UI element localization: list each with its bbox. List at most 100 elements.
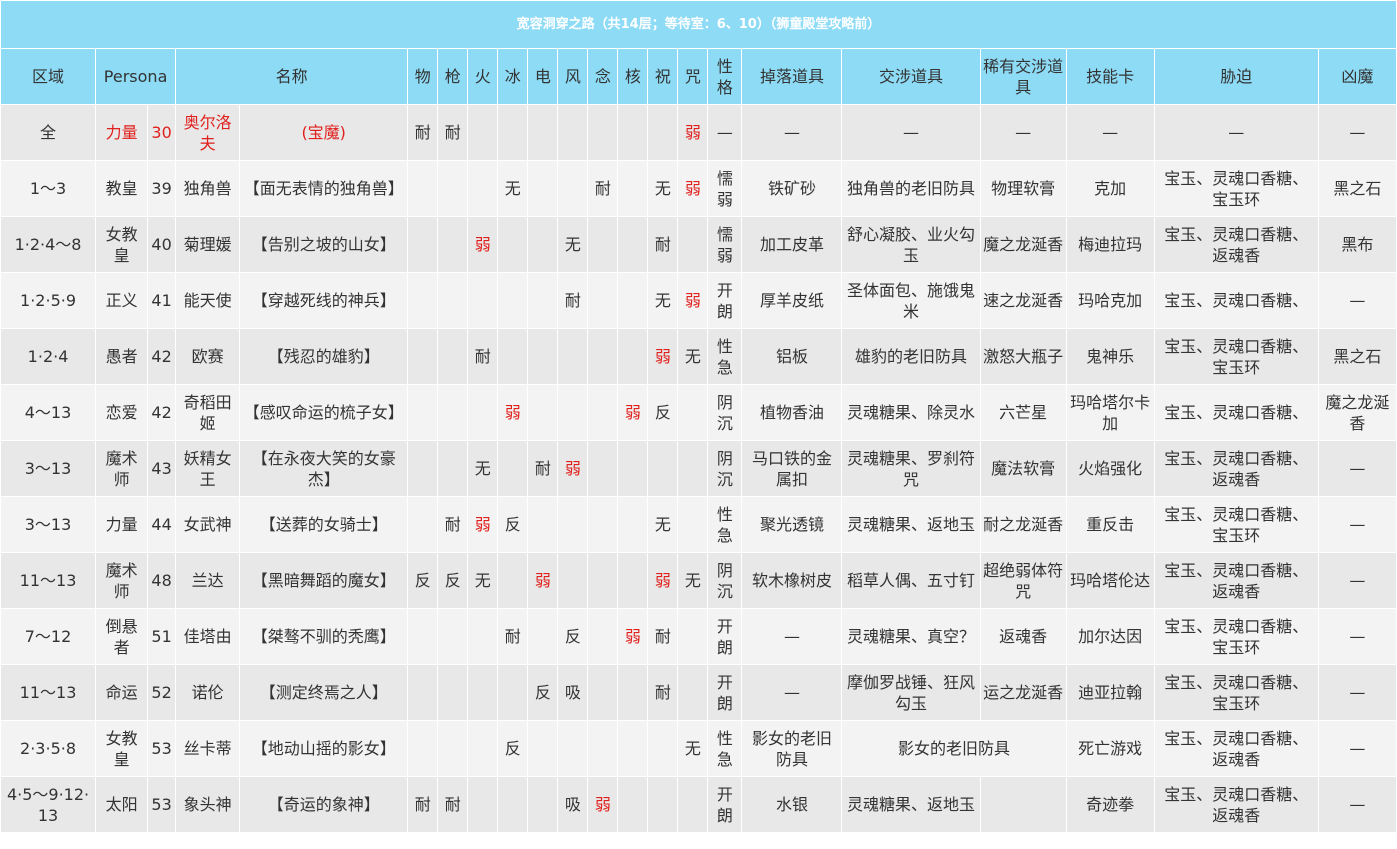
cell-level: 42: [147, 384, 177, 441]
col-header-persona: Persona: [95, 48, 177, 105]
cell-ice: 反: [497, 496, 529, 553]
col-header-bless: 祝: [647, 48, 679, 105]
cell-level: 44: [147, 496, 177, 553]
cell-ice: [497, 328, 529, 385]
cell-personality: 阴沉: [707, 552, 743, 609]
cell-rare: 运之龙涎香: [979, 664, 1067, 721]
cell-elec: [527, 384, 559, 441]
cell-bless: 耐: [647, 664, 679, 721]
cell-drop: 水银: [741, 776, 843, 833]
cell-curse: 无: [677, 552, 709, 609]
col-header-drop: 掉落道具: [741, 48, 843, 105]
cell-title: 【奇运的象神】: [239, 776, 409, 833]
cell-wind: [557, 160, 589, 217]
cell-ice: [497, 552, 529, 609]
cell-curse: 弱: [677, 160, 709, 217]
cell-negotiate: 舒心凝胶、业火勾玉: [841, 216, 981, 273]
col-header-curse: 咒: [677, 48, 709, 105]
cell-level: 52: [147, 664, 177, 721]
cell-wind: 弱: [557, 440, 589, 497]
cell-area: 3～13: [0, 440, 97, 497]
cell-ice: 反: [497, 720, 529, 777]
cell-bless: 无: [647, 272, 679, 329]
cell-nuke: [617, 160, 649, 217]
table-row: 11～13 命运 52 诺伦 【测定终焉之人】反吸耐开朗 — 摩伽罗战锤、狂风勾玉 运之龙涎香…: [0, 664, 1397, 721]
cell-negotiate: 圣体面包、施饿鬼米: [841, 272, 981, 329]
cell-skill: 迪亚拉翰: [1065, 664, 1155, 721]
cell-rare: 魔之龙涎香: [979, 216, 1067, 273]
cell-negotiate: 稻草人偶、五寸钉: [841, 552, 981, 609]
cell-level: 43: [147, 440, 177, 497]
cell-negotiate: —: [841, 104, 981, 161]
cell-personality: 开朗: [707, 664, 743, 721]
table-row: 3～13 力量 44 女武神 【送葬的女骑士】耐弱反 无性急 聚光透镜 灵魂糖果、返地玉 耐之龙…: [0, 496, 1397, 553]
cell-fire: [467, 160, 499, 217]
persona-table: 宽容洞穿之路（共14层；等待室：6、10）（狮童殿堂攻略前） 区域 Person…: [0, 0, 1397, 833]
cell-name: 奥尔洛夫: [175, 104, 241, 161]
table-row: 4～13 恋爱 42 奇稻田姬 【感叹命运的梳子女】弱弱反阴沉 植物香油 灵魂糖果、除灵水六…: [0, 384, 1397, 441]
cell-ice: [497, 776, 529, 833]
cell-threaten: 宝玉、灵魂口香糖、返魂香: [1153, 216, 1319, 273]
cell-ice: [497, 216, 529, 273]
cell-nuke: [617, 664, 649, 721]
cell-nuke: [617, 720, 649, 777]
cell-level: 48: [147, 552, 177, 609]
cell-skill: 玛哈塔伦达: [1065, 552, 1155, 609]
cell-personality: 阴沉: [707, 440, 743, 497]
cell-level: 53: [147, 720, 177, 777]
cell-drop: —: [741, 664, 843, 721]
cell-area: 11～13: [0, 552, 97, 609]
cell-arcana: 倒悬者: [95, 608, 149, 665]
cell-personality: 懦弱: [707, 160, 743, 217]
cell-bless: 耐: [647, 216, 679, 273]
col-header-gun: 枪: [437, 48, 469, 105]
cell-demon: —: [1317, 272, 1397, 329]
table-row: 4·5～9·12·13 太阳 53 象头神 【奇运的象神】耐耐 吸弱 开朗 水银 灵魂糖果、返地…: [0, 776, 1397, 833]
col-header-area: 区域: [0, 48, 97, 105]
cell-nuke: [617, 440, 649, 497]
cell-psy: [587, 384, 619, 441]
cell-fire: 无: [467, 440, 499, 497]
cell-wind: [557, 496, 589, 553]
cell-phys: [407, 272, 439, 329]
cell-personality: 阴沉: [707, 384, 743, 441]
cell-phys: 反: [407, 552, 439, 609]
cell-demon: —: [1317, 776, 1397, 833]
cell-threaten: 宝玉、灵魂口香糖、返魂香: [1153, 440, 1319, 497]
cell-arcana: 女教皇: [95, 720, 149, 777]
cell-wind: [557, 720, 589, 777]
cell-nuke: [617, 216, 649, 273]
cell-ice: [497, 664, 529, 721]
cell-demon: —: [1317, 496, 1397, 553]
cell-negotiate: 灵魂糖果、罗刹符咒: [841, 440, 981, 497]
cell-title: 【送葬的女骑士】: [239, 496, 409, 553]
cell-ice: [497, 440, 529, 497]
cell-nuke: [617, 776, 649, 833]
cell-area: 1·2·4～8: [0, 216, 97, 273]
cell-elec: [527, 272, 559, 329]
cell-elec: 耐: [527, 440, 559, 497]
cell-personality: 开朗: [707, 272, 743, 329]
cell-skill: 玛哈塔尔卡加: [1065, 384, 1155, 441]
cell-threaten: 宝玉、灵魂口香糖、: [1153, 384, 1319, 441]
cell-demon: —: [1317, 720, 1397, 777]
cell-curse: 弱: [677, 272, 709, 329]
cell-negotiate: 摩伽罗战锤、狂风勾玉: [841, 664, 981, 721]
cell-personality: 性急: [707, 496, 743, 553]
cell-name: 象头神: [175, 776, 241, 833]
cell-elec: [527, 328, 559, 385]
cell-wind: [557, 104, 589, 161]
cell-curse: [677, 664, 709, 721]
cell-area: 11～13: [0, 664, 97, 721]
cell-negotiate: 灵魂糖果、返地玉: [841, 496, 981, 553]
cell-gun: [437, 328, 469, 385]
cell-phys: [407, 216, 439, 273]
cell-psy: [587, 104, 619, 161]
cell-fire: 耐: [467, 328, 499, 385]
cell-area: 全: [0, 104, 97, 161]
cell-nuke: 弱: [617, 608, 649, 665]
table-row: 2·3·5·8 女教皇 53 丝卡蒂 【地动山摇的影女】反无性急 影女的老旧防具 影女的老旧…: [0, 720, 1397, 777]
cell-skill: 加尔达因: [1065, 608, 1155, 665]
cell-drop: —: [741, 608, 843, 665]
cell-gun: [437, 272, 469, 329]
